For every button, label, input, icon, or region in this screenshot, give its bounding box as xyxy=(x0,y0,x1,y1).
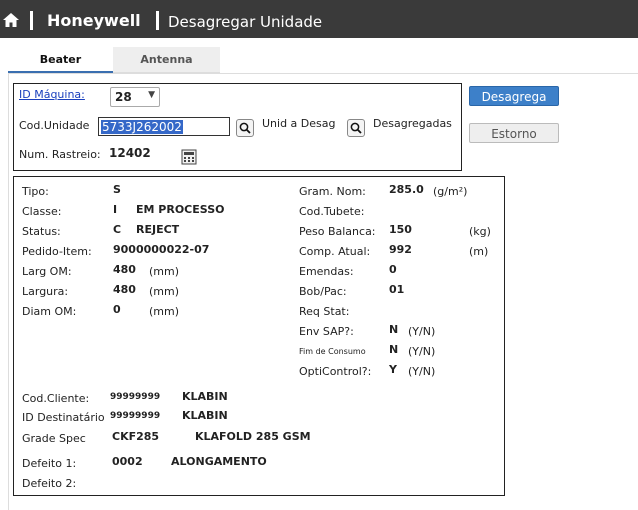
num-rastreio-value: 12402 xyxy=(109,146,151,160)
bob-pac-value: 01 xyxy=(389,283,405,296)
defeito2-label: Defeito 2: xyxy=(22,477,77,490)
cod-cliente-code: 99999999 xyxy=(110,392,161,402)
tab-antenna[interactable]: Antenna xyxy=(113,47,220,73)
larg-om-unit: (mm) xyxy=(149,265,180,278)
separator xyxy=(156,11,159,30)
comp-atual-label: Comp. Atual: xyxy=(299,245,371,258)
peso-balanca-value: 150 xyxy=(389,223,412,236)
id-maquina-link[interactable]: ID Máquina: xyxy=(19,88,85,101)
emendas-label: Emendas: xyxy=(299,265,354,278)
tipo-label: Tipo: xyxy=(22,185,49,198)
unit-input-form: ID Máquina: 28 ▼ Cod.Unidade 5733J262002… xyxy=(13,83,462,171)
id-destinatario-label: ID Destinatário xyxy=(22,411,105,424)
classe-text: EM PROCESSO xyxy=(136,203,225,216)
pedido-label: Pedido-Item: xyxy=(22,245,92,258)
env-sap-label: Env SAP?: xyxy=(299,325,354,338)
opticontrol-unit: (Y/N) xyxy=(408,365,436,378)
larg-om-label: Larg OM: xyxy=(22,265,72,278)
home-icon[interactable] xyxy=(2,12,20,28)
env-sap-unit: (Y/N) xyxy=(408,325,436,338)
diam-om-unit: (mm) xyxy=(149,305,180,318)
page-title: Desagregar Unidade xyxy=(168,13,323,31)
gram-nom-unit: (g/m²) xyxy=(433,185,468,198)
pedido-value: 9000000022-07 xyxy=(113,243,210,256)
cod-cliente-name: KLABIN xyxy=(182,390,228,403)
status-text: REJECT xyxy=(136,223,180,236)
calculator-icon[interactable] xyxy=(181,149,197,165)
fim-consumo-value: N xyxy=(389,343,399,356)
largura-label: Largura: xyxy=(22,285,69,298)
req-stat-label: Req Stat: xyxy=(299,305,350,318)
id-destinatario-code: 99999999 xyxy=(110,411,161,421)
desagrega-button[interactable]: Desagrega xyxy=(469,86,559,106)
tab-beater[interactable]: Beater xyxy=(8,47,113,73)
cod-unidade-label: Cod.Unidade xyxy=(19,119,90,132)
comp-atual-value: 992 xyxy=(389,243,412,256)
diam-om-value: 0 xyxy=(113,303,121,316)
classe-label: Classe: xyxy=(22,205,62,218)
search-icon[interactable] xyxy=(236,119,254,137)
gram-nom-label: Gram. Nom: xyxy=(299,185,366,198)
machine-id-value: 28 xyxy=(115,90,132,104)
classe-code: I xyxy=(113,203,118,216)
cod-unidade-input[interactable]: 5733J262002 xyxy=(98,117,230,136)
brand-logo: Honeywell xyxy=(47,11,141,30)
cod-cliente-label: Cod.Cliente: xyxy=(22,392,90,405)
largura-unit: (mm) xyxy=(149,285,180,298)
status-label: Status: xyxy=(22,225,61,238)
largura-value: 480 xyxy=(113,283,136,296)
machine-id-select[interactable]: 28 ▼ xyxy=(110,87,160,107)
peso-balanca-unit: (kg) xyxy=(469,225,491,238)
fim-consumo-label: Fim de Consumo xyxy=(299,347,366,356)
search-icon[interactable] xyxy=(347,119,365,137)
larg-om-value: 480 xyxy=(113,263,136,276)
num-rastreio-label: Num. Rastreio: xyxy=(19,148,101,161)
emendas-value: 0 xyxy=(389,263,397,276)
id-destinatario-name: KLABIN xyxy=(182,409,228,422)
unid-a-desag-label: Unid a Desag xyxy=(262,117,336,130)
gram-nom-value: 285.0 xyxy=(389,183,424,196)
defeito1-text: ALONGAMENTO xyxy=(171,455,267,468)
grade-spec-code: CKF285 xyxy=(112,430,160,443)
grade-spec-label: Grade Spec xyxy=(22,432,86,445)
chevron-down-icon: ▼ xyxy=(148,90,155,100)
bob-pac-label: Bob/Pac: xyxy=(299,285,347,298)
defeito1-code: 0002 xyxy=(112,455,143,468)
desagregadas-label: Desagregadas xyxy=(373,117,452,130)
grade-spec-name: KLAFOLD 285 GSM xyxy=(195,430,311,443)
estorno-button[interactable]: Estorno xyxy=(469,123,559,143)
status-code: C xyxy=(113,223,122,236)
top-bar: Honeywell Desagregar Unidade xyxy=(0,0,638,38)
unit-details-panel: Tipo: S Classe: I EM PROCESSO Status: C … xyxy=(13,176,505,496)
tipo-value: S xyxy=(113,183,121,196)
comp-atual-unit: (m) xyxy=(469,245,489,258)
cod-unidade-value: 5733J262002 xyxy=(101,120,183,134)
diam-om-label: Diam OM: xyxy=(22,305,77,318)
env-sap-value: N xyxy=(389,323,399,336)
defeito1-label: Defeito 1: xyxy=(22,457,77,470)
separator xyxy=(30,11,33,30)
opticontrol-value: Y xyxy=(389,363,397,376)
fim-consumo-unit: (Y/N) xyxy=(408,345,436,358)
peso-balanca-label: Peso Balanca: xyxy=(299,225,376,238)
opticontrol-label: OptiControl?: xyxy=(299,365,372,378)
cod-tubete-label: Cod.Tubete: xyxy=(299,205,365,218)
